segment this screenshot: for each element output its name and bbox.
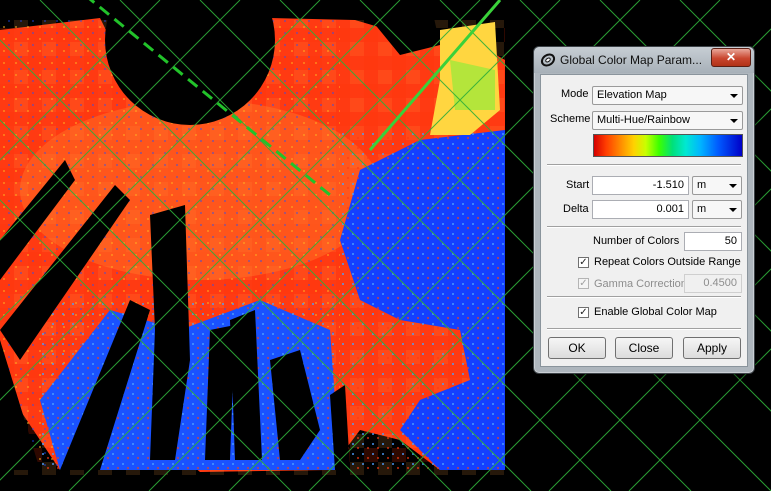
delta-input[interactable]: 0.001 — [592, 200, 689, 219]
enable-global-color-map-label: Enable Global Color Map — [594, 306, 717, 318]
delta-unit-value: m — [697, 203, 707, 215]
start-unit-dropdown[interactable]: m — [692, 176, 742, 195]
scheme-label: Scheme — [550, 113, 591, 125]
separator — [547, 164, 741, 166]
mode-dropdown-value: Elevation Map — [597, 89, 667, 101]
close-button[interactable]: Close — [615, 337, 673, 359]
gamma-correction-input[interactable]: 0.4500 — [684, 274, 742, 293]
separator — [547, 296, 741, 298]
mode-label: Mode — [561, 88, 589, 100]
dialog-titlebar[interactable]: Global Color Map Param... ✕ — [534, 47, 754, 73]
start-unit-value: m — [697, 179, 707, 191]
delta-label: Delta — [563, 203, 589, 215]
gamma-correction-checkbox[interactable]: ✓ — [578, 278, 589, 289]
apply-button[interactable]: Apply — [683, 337, 741, 359]
app-logo-icon — [540, 53, 556, 67]
separator — [547, 226, 741, 228]
blue-speckle — [340, 130, 505, 470]
gamma-correction-label: Gamma Correction — [594, 278, 687, 290]
ok-button[interactable]: OK — [548, 337, 606, 359]
start-label: Start — [566, 179, 590, 191]
global-color-map-dialog: Global Color Map Param... ✕ Mode Elevati… — [533, 46, 755, 374]
chevron-down-icon — [730, 94, 738, 98]
delta-unit-dropdown[interactable]: m — [692, 200, 742, 219]
repeat-colors-checkbox[interactable]: ✓ — [578, 257, 589, 268]
repeat-colors-label: Repeat Colors Outside Range — [594, 256, 741, 268]
close-window-button[interactable]: ✕ — [711, 48, 751, 67]
number-of-colors-input[interactable]: 50 — [684, 232, 742, 251]
mode-dropdown[interactable]: Elevation Map — [592, 86, 743, 105]
scheme-dropdown-value: Multi-Hue/Rainbow — [597, 114, 690, 126]
enable-global-color-map-checkbox[interactable]: ✓ — [578, 307, 589, 318]
color-scheme-preview — [593, 134, 743, 157]
chevron-down-icon — [729, 208, 737, 212]
number-of-colors-label: Number of Colors — [593, 235, 680, 247]
dialog-title: Global Color Map Param... — [560, 53, 703, 67]
separator — [547, 328, 741, 330]
scheme-dropdown[interactable]: Multi-Hue/Rainbow — [592, 111, 743, 130]
start-input[interactable]: -1.510 — [592, 176, 689, 195]
dialog-client-area: Mode Elevation Map Scheme Multi-Hue/Rain… — [540, 74, 748, 367]
chevron-down-icon — [729, 184, 737, 188]
chevron-down-icon — [730, 119, 738, 123]
